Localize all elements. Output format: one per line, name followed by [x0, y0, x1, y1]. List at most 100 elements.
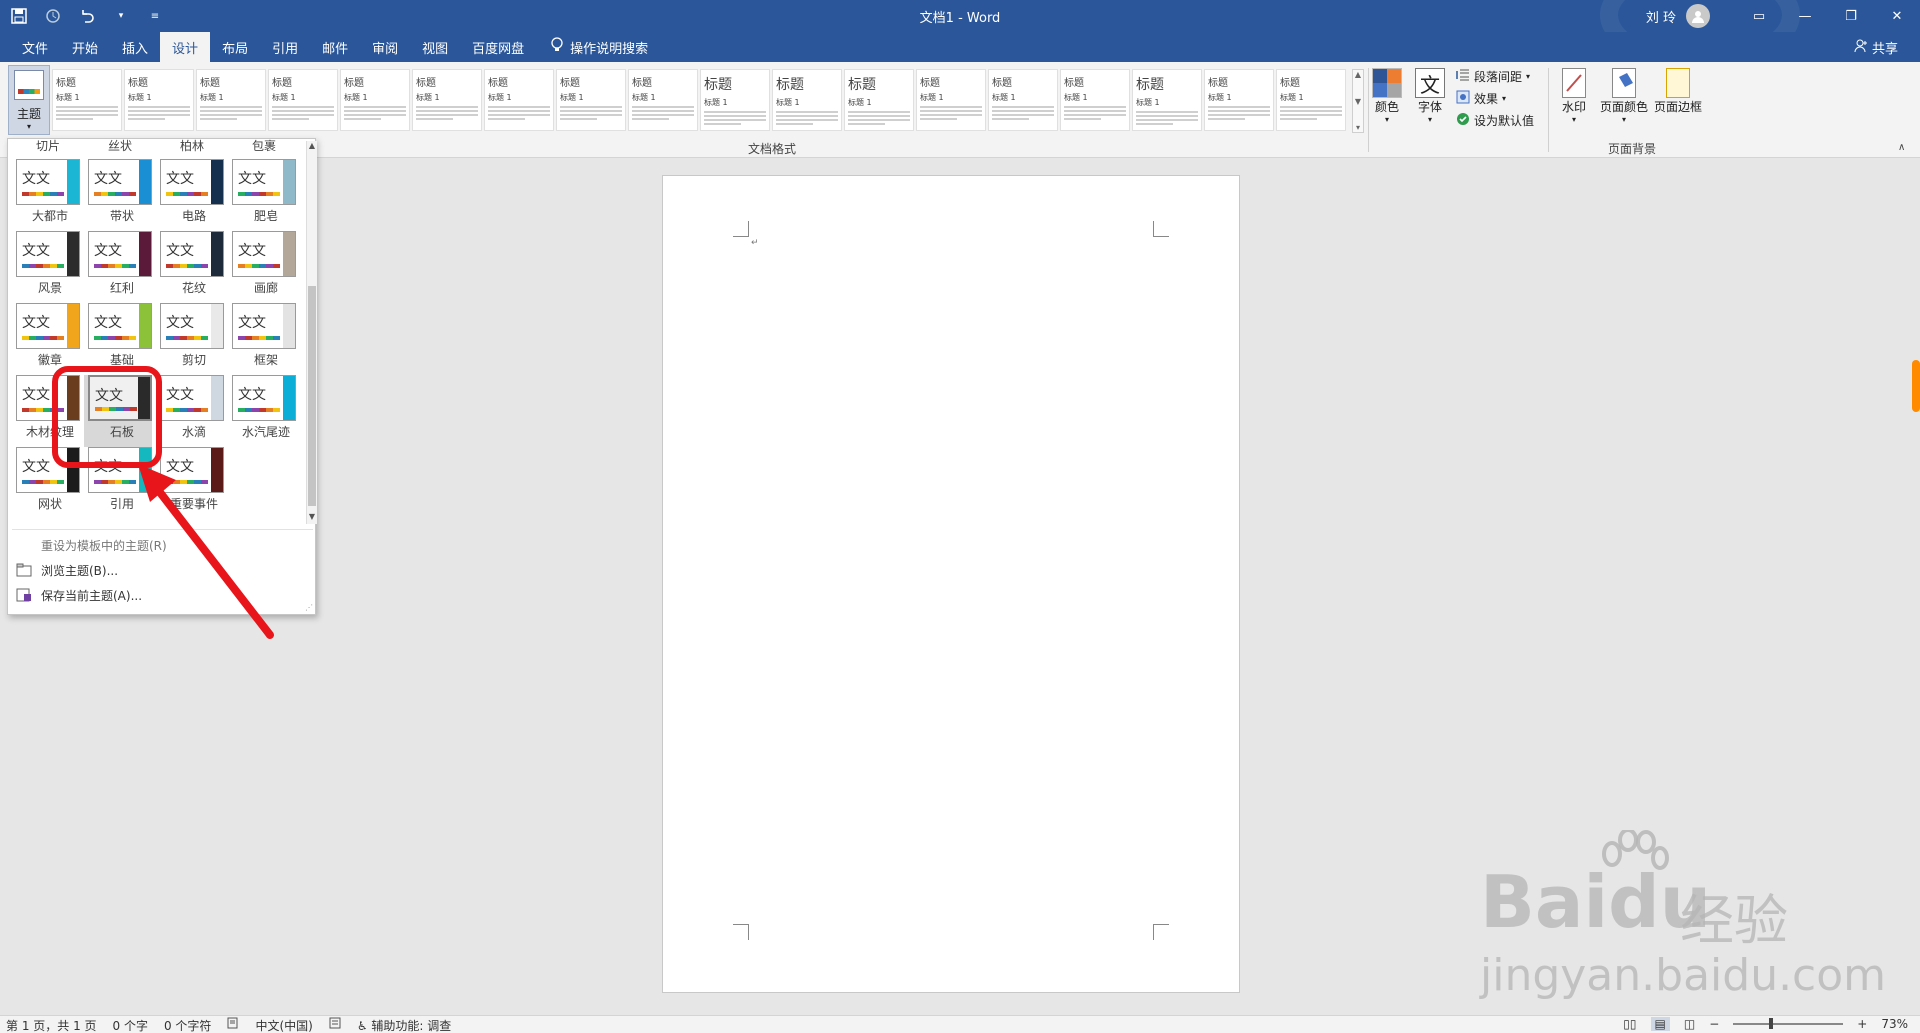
fonts-button[interactable]: 文 字体 ▾ — [1415, 68, 1445, 124]
document-style-thumbnail[interactable]: 标题标题 1 — [1276, 69, 1346, 131]
tab-mailings[interactable]: 邮件 — [310, 32, 360, 62]
avatar[interactable] — [1686, 4, 1710, 28]
theme-option[interactable]: 文文 框架 — [228, 303, 296, 375]
tab-references[interactable]: 引用 — [260, 32, 310, 62]
theme-color-swatch — [29, 264, 36, 268]
more-icon[interactable]: ▾ — [1356, 123, 1360, 132]
document-style-thumbnail[interactable]: 标题 标题 1 — [628, 69, 698, 131]
document-style-thumbnail[interactable]: 标题 标题 1 — [700, 69, 770, 131]
scrollbar-thumb[interactable] — [308, 286, 316, 506]
tab-review[interactable]: 审阅 — [360, 32, 410, 62]
page-borders-button[interactable]: 页面边框 — [1654, 68, 1702, 115]
tell-me-label: 操作说明搜索 — [570, 41, 649, 57]
theme-option[interactable]: 文文 风景 — [12, 231, 80, 303]
tab-design[interactable]: 设计 — [160, 32, 211, 63]
set-as-default-button[interactable]: 设为默认值 — [1456, 112, 1534, 129]
theme-option[interactable]: 文文 画廊 — [228, 231, 296, 303]
char-count[interactable]: 0 个字符 — [164, 1017, 211, 1033]
scroll-down-icon[interactable]: ▼ — [307, 512, 317, 524]
style-text-line — [1136, 115, 1198, 117]
theme-option[interactable]: 文文 电路 — [156, 159, 224, 231]
tab-baidu-netdisk[interactable]: 百度网盘 — [460, 32, 536, 62]
collapse-ribbon-icon[interactable]: ∧ — [1898, 142, 1905, 153]
scroll-up-icon[interactable]: ▲ — [307, 141, 317, 153]
document-style-thumbnail[interactable]: 标题 标题 1 — [772, 69, 842, 131]
theme-color-bar — [22, 264, 64, 268]
document-style-thumbnail[interactable]: 标题 标题 1 — [412, 69, 482, 131]
effects-button[interactable]: 效果 ▾ — [1456, 90, 1534, 107]
gallery-scroll[interactable]: ▲ ▼ ▾ — [1352, 69, 1364, 133]
tab-insert[interactable]: 插入 — [110, 32, 160, 62]
document-style-thumbnail[interactable]: 标题 标题 1 — [556, 69, 626, 131]
scroll-up-icon[interactable]: ▲ — [1355, 70, 1361, 79]
themes-button[interactable]: 主题 ▾ — [8, 65, 50, 135]
document-style-thumbnail[interactable]: 标题 标题 1 — [196, 69, 266, 131]
ribbon-display-options-icon[interactable]: ▭ — [1736, 0, 1782, 32]
style-heading: 标题 — [416, 78, 436, 89]
theme-option[interactable]: 文文 肥皂 — [228, 159, 296, 231]
document-style-thumbnail[interactable]: 标题 标题 1 — [916, 69, 986, 131]
document-page[interactable]: ↵ — [662, 175, 1240, 993]
document-style-thumbnail[interactable]: 标题 标题 1 — [1204, 69, 1274, 131]
divider — [1548, 68, 1549, 152]
document-style-thumbnail[interactable]: 标题 标题 1 — [268, 69, 338, 131]
tell-me-search[interactable]: 操作说明搜索 — [536, 32, 648, 62]
theme-option[interactable]: 文文 花纹 — [156, 231, 224, 303]
tab-layout[interactable]: 布局 — [210, 32, 260, 62]
paragraph-mark-icon: ↵ — [751, 238, 759, 248]
restore-icon[interactable]: ❐ — [1828, 0, 1874, 32]
paragraph-spacing-button[interactable]: 段落间距 ▾ — [1456, 68, 1534, 85]
zoom-slider[interactable] — [1733, 1018, 1844, 1029]
document-style-thumbnail[interactable]: 标题 标题 1 — [124, 69, 194, 131]
style-heading: 标题 — [1280, 78, 1300, 89]
tab-file[interactable]: 文件 — [10, 32, 60, 62]
resize-grip-icon[interactable]: ⋰ — [305, 603, 313, 612]
theme-option[interactable]: 文文 徽章 — [12, 303, 80, 375]
theme-color-swatch — [266, 264, 273, 268]
document-style-thumbnail[interactable]: 标题 标题 1 — [340, 69, 410, 131]
document-style-thumbnail[interactable]: 标题 标题 1 — [1132, 69, 1202, 131]
theme-accent-strip — [211, 160, 223, 204]
macro-icon[interactable] — [329, 1017, 341, 1033]
accessibility-status[interactable]: ♿ 辅助功能: 调查 — [357, 1017, 451, 1033]
zoom-in-icon[interactable]: + — [1857, 1017, 1867, 1031]
watermark-button[interactable]: 水印 ▾ — [1562, 68, 1586, 124]
theme-option[interactable]: 文文 红利 — [84, 231, 152, 303]
word-count[interactable]: 0 个字 — [113, 1017, 148, 1033]
theme-option[interactable]: 文文 剪切 — [156, 303, 224, 375]
tab-home[interactable]: 开始 — [60, 32, 110, 62]
themes-scrollbar[interactable]: ▲ ▼ — [306, 141, 317, 524]
vertical-scrollbar-thumb[interactable] — [1912, 360, 1920, 412]
zoom-level[interactable]: 73% — [1881, 1017, 1908, 1031]
theme-color-swatch — [29, 408, 36, 412]
proofing-icon[interactable] — [227, 1017, 239, 1033]
theme-option[interactable]: 文文 带状 — [84, 159, 152, 231]
theme-color-swatch — [259, 264, 266, 268]
theme-color-swatch — [180, 408, 187, 412]
window-controls: ▭ — ❐ ✕ — [1736, 0, 1920, 32]
language[interactable]: 中文(中国) — [255, 1017, 312, 1033]
tab-view[interactable]: 视图 — [410, 32, 460, 62]
colors-button[interactable]: 颜色 ▾ — [1372, 68, 1402, 124]
theme-option[interactable]: 文文 水汽尾迹 — [228, 375, 296, 447]
close-icon[interactable]: ✕ — [1874, 0, 1920, 32]
style-subheading: 标题 1 — [632, 93, 656, 102]
minimize-icon[interactable]: — — [1782, 0, 1828, 32]
document-style-thumbnail[interactable]: 标题 标题 1 — [844, 69, 914, 131]
scroll-down-icon[interactable]: ▼ — [1355, 97, 1361, 106]
document-style-thumbnail[interactable]: 标题 标题 1 — [988, 69, 1058, 131]
theme-color-swatch — [36, 480, 43, 484]
user-area[interactable]: 刘 玲 — [1646, 4, 1710, 28]
style-heading: 标题 — [776, 77, 804, 93]
document-style-thumbnail[interactable]: 标题 标题 1 — [52, 69, 122, 131]
theme-option[interactable]: 文文 基础 — [84, 303, 152, 375]
document-style-thumbnail[interactable]: 标题 标题 1 — [484, 69, 554, 131]
page-color-button[interactable]: 页面颜色 ▾ — [1600, 68, 1648, 124]
theme-option[interactable]: 文文 大都市 — [12, 159, 80, 231]
share-button[interactable]: 共享 — [1854, 38, 1898, 57]
style-subheading: 标题 1 — [1280, 93, 1304, 102]
theme-color-swatch — [122, 336, 129, 340]
theme-option[interactable]: 文文 水滴 — [156, 375, 224, 447]
page-count[interactable]: 第 1 页，共 1 页 — [6, 1017, 97, 1033]
document-style-thumbnail[interactable]: 标题 标题 1 — [1060, 69, 1130, 131]
